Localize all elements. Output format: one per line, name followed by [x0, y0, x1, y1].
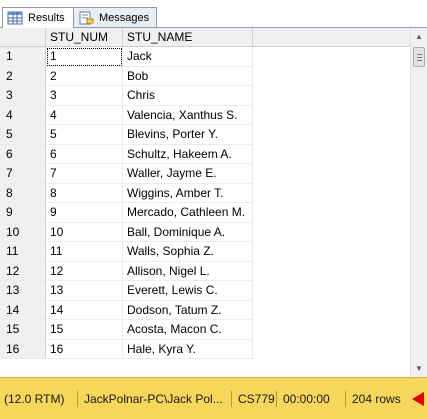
- row-number[interactable]: 14: [0, 300, 46, 320]
- status-separator: [77, 391, 78, 407]
- cell-stu-name[interactable]: Chris: [123, 86, 253, 106]
- tab-messages[interactable]: Messages: [73, 7, 157, 27]
- status-row-count: 204 rows: [352, 392, 401, 406]
- table-row[interactable]: 10 10 Ball, Dominique A.: [0, 222, 410, 242]
- cell-stu-name[interactable]: Schultz, Hakeem A.: [123, 144, 253, 164]
- header-rownum: [0, 28, 46, 46]
- cell-stu-name[interactable]: Everett, Lewis C.: [123, 281, 253, 301]
- status-bar: (12.0 RTM) JackPolnar-PC\Jack Pol... CS7…: [0, 377, 427, 419]
- header-stu-name[interactable]: STU_NAME: [123, 28, 253, 46]
- thumb-grip: [417, 54, 422, 55]
- table-row[interactable]: 16 16 Hale, Kyra Y.: [0, 339, 410, 359]
- row-number[interactable]: 4: [0, 105, 46, 125]
- table-row[interactable]: 14 14 Dodson, Tatum Z.: [0, 300, 410, 320]
- pointer-arrow-icon: [412, 392, 424, 406]
- thumb-grip: [417, 60, 422, 61]
- scroll-thumb[interactable]: [413, 47, 425, 67]
- tab-results[interactable]: Results: [2, 7, 74, 28]
- cell-stu-num[interactable]: 9: [46, 203, 123, 223]
- cell-stu-name[interactable]: Walls, Sophia Z.: [123, 242, 253, 262]
- status-database: CS779: [238, 392, 275, 406]
- cell-stu-name[interactable]: Ball, Dominique A.: [123, 222, 253, 242]
- cell-stu-num[interactable]: 14: [46, 300, 123, 320]
- row-number[interactable]: 16: [0, 339, 46, 359]
- cell-stu-name[interactable]: Blevins, Porter Y.: [123, 125, 253, 145]
- row-number[interactable]: 11: [0, 242, 46, 262]
- status-separator: [276, 391, 277, 407]
- cell-stu-num[interactable]: 12: [46, 261, 123, 281]
- row-number[interactable]: 15: [0, 320, 46, 340]
- tab-messages-label: Messages: [99, 11, 150, 24]
- table-row[interactable]: 9 9 Mercado, Cathleen M.: [0, 203, 410, 223]
- row-number[interactable]: 2: [0, 66, 46, 86]
- table-row[interactable]: 7 7 Waller, Jayme E.: [0, 164, 410, 184]
- status-separator: [231, 391, 232, 407]
- cell-stu-name[interactable]: Dodson, Tatum Z.: [123, 300, 253, 320]
- cell-stu-num[interactable]: 3: [46, 86, 123, 106]
- table-row[interactable]: 4 4 Valencia, Xanthus S.: [0, 105, 410, 125]
- table-row[interactable]: 2 2 Bob: [0, 66, 410, 86]
- cell-stu-num[interactable]: 1: [46, 47, 123, 67]
- thumb-grip: [417, 57, 422, 58]
- row-number[interactable]: 8: [0, 183, 46, 203]
- status-version: (12.0 RTM): [4, 392, 65, 406]
- row-number[interactable]: 13: [0, 281, 46, 301]
- cell-stu-num[interactable]: 7: [46, 164, 123, 184]
- cell-stu-num[interactable]: 4: [46, 105, 123, 125]
- status-separator: [345, 391, 346, 407]
- cell-stu-num[interactable]: 15: [46, 320, 123, 340]
- table-row[interactable]: 12 12 Allison, Nigel L.: [0, 261, 410, 281]
- tab-results-label: Results: [28, 12, 65, 24]
- grid-icon: [7, 11, 23, 25]
- table-row[interactable]: 5 5 Blevins, Porter Y.: [0, 125, 410, 145]
- cell-stu-num[interactable]: 5: [46, 125, 123, 145]
- cell-stu-num[interactable]: 10: [46, 222, 123, 242]
- row-number[interactable]: 5: [0, 125, 46, 145]
- cell-stu-name[interactable]: Acosta, Macon C.: [123, 320, 253, 340]
- table-row[interactable]: 8 8 Wiggins, Amber T.: [0, 183, 410, 203]
- table-row[interactable]: 15 15 Acosta, Macon C.: [0, 320, 410, 340]
- cell-stu-num[interactable]: 6: [46, 144, 123, 164]
- results-tab-strip: Results Messages: [0, 0, 427, 28]
- row-number[interactable]: 1: [0, 47, 46, 67]
- row-number[interactable]: 6: [0, 144, 46, 164]
- table-row[interactable]: 1 1 Jack: [0, 47, 410, 67]
- results-grid[interactable]: STU_NUM STU_NAME 1 1 Jack 2 2 Bob 3 3 Chris 4 4 Val…: [0, 28, 410, 377]
- cell-stu-name[interactable]: Jack: [123, 47, 253, 67]
- row-number[interactable]: 9: [0, 203, 46, 223]
- cell-stu-name[interactable]: Allison, Nigel L.: [123, 261, 253, 281]
- cell-stu-name[interactable]: Wiggins, Amber T.: [123, 183, 253, 203]
- table-row[interactable]: 6 6 Schultz, Hakeem A.: [0, 144, 410, 164]
- scroll-up-icon[interactable]: ▲: [411, 28, 427, 45]
- table-row[interactable]: 3 3 Chris: [0, 86, 410, 106]
- cell-stu-num[interactable]: 8: [46, 183, 123, 203]
- row-number[interactable]: 12: [0, 261, 46, 281]
- row-number[interactable]: 10: [0, 222, 46, 242]
- cell-stu-num[interactable]: 11: [46, 242, 123, 262]
- table-row[interactable]: 13 13 Everett, Lewis C.: [0, 281, 410, 301]
- cell-stu-num[interactable]: 2: [46, 66, 123, 86]
- row-number[interactable]: 3: [0, 86, 46, 106]
- cell-stu-name[interactable]: Valencia, Xanthus S.: [123, 105, 253, 125]
- cell-stu-num[interactable]: 16: [46, 339, 123, 359]
- messages-icon: [78, 11, 94, 26]
- cell-stu-name[interactable]: Hale, Kyra Y.: [123, 339, 253, 359]
- cell-stu-name[interactable]: Waller, Jayme E.: [123, 164, 253, 184]
- cell-stu-name[interactable]: Bob: [123, 66, 253, 86]
- scroll-down-icon[interactable]: ▼: [411, 360, 427, 377]
- grid-header: STU_NUM STU_NAME: [0, 28, 410, 47]
- status-elapsed: 00:00:00: [283, 392, 330, 406]
- status-connection: JackPolnar-PC\Jack Pol...: [84, 392, 223, 406]
- table-row[interactable]: 11 11 Walls, Sophia Z.: [0, 242, 410, 262]
- cell-stu-name[interactable]: Mercado, Cathleen M.: [123, 203, 253, 223]
- row-number[interactable]: 7: [0, 164, 46, 184]
- vertical-scrollbar[interactable]: ▲ ▼: [410, 28, 427, 377]
- cell-stu-num[interactable]: 13: [46, 281, 123, 301]
- header-stu-num[interactable]: STU_NUM: [46, 28, 123, 46]
